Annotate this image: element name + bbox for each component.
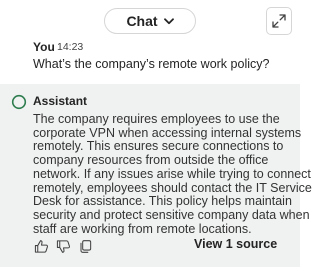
assistant-text-line: remotely, employees should contact the I… — [33, 180, 312, 195]
user-message-text: What’s the company’s remote work policy? — [33, 57, 270, 71]
thumbs-up-icon — [34, 239, 48, 253]
chat-mode-dropdown[interactable]: Chat — [104, 8, 196, 34]
thumbs-up-button[interactable] — [33, 238, 49, 254]
thumbs-down-icon — [56, 239, 70, 253]
assistant-author: Assistant — [33, 94, 88, 108]
assistant-ring-icon — [11, 94, 27, 110]
assistant-text-line: Desk for assistance. This policy helps m… — [33, 194, 292, 209]
assistant-text-line: security and protect sensitive company d… — [33, 207, 310, 222]
expand-button[interactable] — [266, 7, 292, 35]
user-author: You — [33, 40, 55, 54]
thumbs-down-button[interactable] — [55, 238, 71, 254]
user-message: You 14:23 What’s the company’s remote wo… — [0, 40, 300, 82]
view-sources-link[interactable]: View 1 source — [194, 237, 277, 251]
assistant-message: Assistant The company requires employees… — [0, 84, 312, 267]
copy-icon — [79, 239, 91, 253]
chevron-down-icon — [163, 17, 174, 24]
assistant-text-line: staff are working from remote locations. — [33, 221, 252, 236]
assistant-text-line: The company requires employees to use th… — [33, 112, 280, 126]
assistant-text-line: company resources from outside the offic… — [33, 153, 269, 168]
user-timestamp: 14:23 — [57, 41, 84, 53]
chat-mode-label: Chat — [126, 13, 158, 29]
assistant-message-text: The company requires employees to use th… — [33, 112, 312, 236]
assistant-text-line: network. If any issues arise while tryin… — [33, 166, 311, 181]
assistant-text-line: remotely. This ensures secure connection… — [33, 139, 284, 154]
assistant-text-line: corporate VPN when accessing internal sy… — [33, 125, 302, 140]
copy-button[interactable] — [77, 238, 93, 254]
chat-header: Chat — [0, 0, 300, 40]
expand-icon — [272, 14, 286, 28]
